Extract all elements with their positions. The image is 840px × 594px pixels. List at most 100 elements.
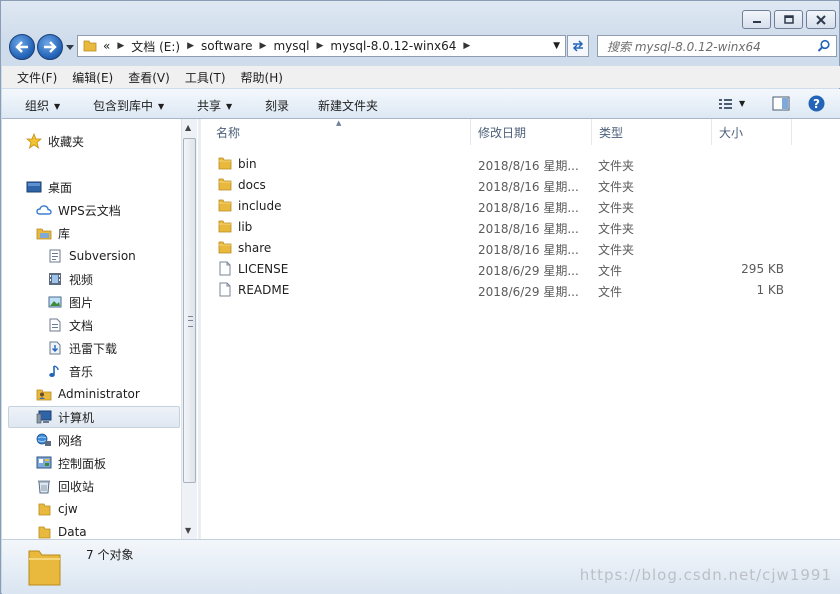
new-folder-button[interactable]: 新建文件夹 xyxy=(318,97,378,114)
table-row[interactable]: LICENSE 2018/6/29 星期... 文件 295 KB xyxy=(201,259,840,280)
control-panel-icon xyxy=(36,455,52,471)
file-date: 2018/8/16 星期... xyxy=(478,201,579,215)
breadcrumb-drive[interactable]: 文档 (E:) xyxy=(131,38,180,55)
table-row[interactable]: README 2018/6/29 星期... 文件 1 KB xyxy=(201,280,840,301)
menu-view[interactable]: 查看(V) xyxy=(128,69,170,86)
desktop-icon xyxy=(26,179,42,195)
file-name: LICENSE xyxy=(238,262,289,276)
address-bar[interactable]: « ▶ 文档 (E:) ▶ software ▶ mysql ▶ mysql-8… xyxy=(77,35,566,57)
arrow-left-icon xyxy=(15,41,28,53)
nav-computer[interactable]: 计算机 xyxy=(36,407,94,427)
menu-help[interactable]: 帮助(H) xyxy=(241,69,283,86)
minimize-button[interactable] xyxy=(742,10,771,29)
folder-icon xyxy=(83,38,97,55)
file-type: 文件夹 xyxy=(598,159,635,173)
table-row[interactable]: lib 2018/8/16 星期... 文件夹 xyxy=(201,217,840,238)
nav-video[interactable]: 视频 xyxy=(47,269,93,289)
recent-pages-dropdown[interactable] xyxy=(65,41,75,53)
menu-tools[interactable]: 工具(T) xyxy=(185,69,226,86)
menu-file[interactable]: 文件(F) xyxy=(17,69,57,86)
breadcrumb-current[interactable]: mysql-8.0.12-winx64 xyxy=(330,39,456,53)
address-overflow[interactable]: « xyxy=(103,39,110,53)
table-row[interactable]: share 2018/8/16 星期... 文件夹 xyxy=(201,238,840,259)
column-date-label: 修改日期 xyxy=(478,125,527,140)
nav-recycle-bin[interactable]: 回收站 xyxy=(36,476,94,496)
file-type: 文件夹 xyxy=(598,201,635,215)
address-dropdown-icon[interactable]: ▼ xyxy=(553,41,560,51)
breadcrumb-software[interactable]: software xyxy=(201,39,253,53)
nav-data-label: Data xyxy=(58,525,87,539)
menu-edit[interactable]: 编辑(E) xyxy=(72,69,113,86)
nav-xunlei[interactable]: 迅雷下载 xyxy=(47,338,117,358)
command-bar: 组织 ▼ 包含到库中 ▼ 共享 ▼ 刻录 新建文件夹 ▼ ? xyxy=(2,89,840,119)
table-row[interactable]: include 2018/8/16 星期... 文件夹 xyxy=(201,196,840,217)
nav-cjw[interactable]: cjw xyxy=(36,499,78,519)
share-button[interactable]: 共享 ▼ xyxy=(197,97,232,114)
organize-button[interactable]: 组织 ▼ xyxy=(25,97,60,114)
search-icon[interactable] xyxy=(817,39,831,56)
nav-recycle-bin-label: 回收站 xyxy=(58,479,95,494)
scroll-thumb[interactable] xyxy=(183,138,196,483)
breadcrumb-mysql[interactable]: mysql xyxy=(273,39,309,53)
maximize-button[interactable] xyxy=(774,10,803,29)
nav-administrator[interactable]: Administrator xyxy=(36,384,140,404)
nav-wps[interactable]: WPS云文档 xyxy=(36,200,121,220)
navigation-scrollbar[interactable]: ▲ ▼ xyxy=(181,119,197,539)
breadcrumb-separator-icon[interactable]: ▶ xyxy=(187,41,194,51)
network-icon xyxy=(36,432,52,448)
folder-icon xyxy=(36,524,52,539)
share-label: 共享 xyxy=(197,99,222,113)
column-header-date[interactable]: 修改日期 xyxy=(471,119,592,145)
table-row[interactable]: docs 2018/8/16 星期... 文件夹 xyxy=(201,175,840,196)
explorer-window: « ▶ 文档 (E:) ▶ software ▶ mysql ▶ mysql-8… xyxy=(0,0,840,594)
chevron-down-icon xyxy=(66,44,74,50)
breadcrumb-separator-icon[interactable]: ▶ xyxy=(260,41,267,51)
column-name-label: 名称 xyxy=(216,125,241,140)
include-library-button[interactable]: 包含到库中 ▼ xyxy=(93,97,164,114)
column-header-size[interactable]: 大小 xyxy=(712,119,792,145)
navigation-pane: 收藏夹 桌面 WPS云文档 库 Subversion 视频 图片 文档 迅雷下载… xyxy=(2,119,198,539)
nav-network[interactable]: 网络 xyxy=(36,430,82,450)
breadcrumb-separator-icon[interactable]: ▶ xyxy=(463,41,470,51)
new-folder-label: 新建文件夹 xyxy=(318,99,379,113)
file-list: ▲ 名称 修改日期 类型 大小 bin 2018/8/16 星期... 文件夹 … xyxy=(201,119,840,539)
nav-documents[interactable]: 文档 xyxy=(47,315,93,335)
column-header-type[interactable]: 类型 xyxy=(592,119,712,145)
nav-control-panel[interactable]: 控制面板 xyxy=(36,453,106,473)
nav-desktop[interactable]: 桌面 xyxy=(26,177,72,197)
view-options-button[interactable]: ▼ xyxy=(718,96,745,111)
file-name: share xyxy=(238,241,272,255)
nav-pictures[interactable]: 图片 xyxy=(47,292,93,312)
table-row[interactable]: bin 2018/8/16 星期... 文件夹 xyxy=(201,154,840,175)
folder-icon xyxy=(218,219,232,236)
scroll-down-icon[interactable]: ▼ xyxy=(185,526,191,535)
refresh-button[interactable] xyxy=(567,35,589,57)
column-header-name[interactable]: 名称 xyxy=(209,119,471,145)
scroll-up-icon[interactable]: ▲ xyxy=(185,123,191,132)
back-button[interactable] xyxy=(9,34,35,60)
chevron-down-icon: ▼ xyxy=(739,99,746,108)
chevron-down-icon: ▼ xyxy=(54,102,61,111)
menu-bar: 文件(F) 编辑(E) 查看(V) 工具(T) 帮助(H) xyxy=(2,66,840,88)
breadcrumb-separator-icon[interactable]: ▶ xyxy=(117,41,124,51)
preview-pane-button[interactable] xyxy=(772,96,790,114)
nav-favorites[interactable]: 收藏夹 xyxy=(26,131,84,151)
nav-xunlei-label: 迅雷下载 xyxy=(69,341,118,356)
help-button[interactable]: ? xyxy=(808,95,825,115)
nav-library[interactable]: 库 xyxy=(36,223,70,243)
nav-computer-label: 计算机 xyxy=(58,410,95,425)
nav-wps-label: WPS云文档 xyxy=(58,203,121,218)
nav-music[interactable]: 音乐 xyxy=(47,361,93,381)
nav-subversion[interactable]: Subversion xyxy=(47,246,136,266)
search-input[interactable]: 搜索 mysql-8.0.12-winx64 xyxy=(597,35,837,57)
file-name: docs xyxy=(238,178,266,192)
breadcrumb-separator-icon[interactable]: ▶ xyxy=(316,41,323,51)
star-icon xyxy=(26,133,42,149)
file-date: 2018/8/16 星期... xyxy=(478,243,579,257)
burn-button[interactable]: 刻录 xyxy=(265,97,289,114)
file-type: 文件夹 xyxy=(598,180,635,194)
folder-icon xyxy=(218,156,232,173)
nav-data[interactable]: Data xyxy=(36,522,87,539)
close-button[interactable] xyxy=(806,10,836,29)
forward-button[interactable] xyxy=(37,34,63,60)
